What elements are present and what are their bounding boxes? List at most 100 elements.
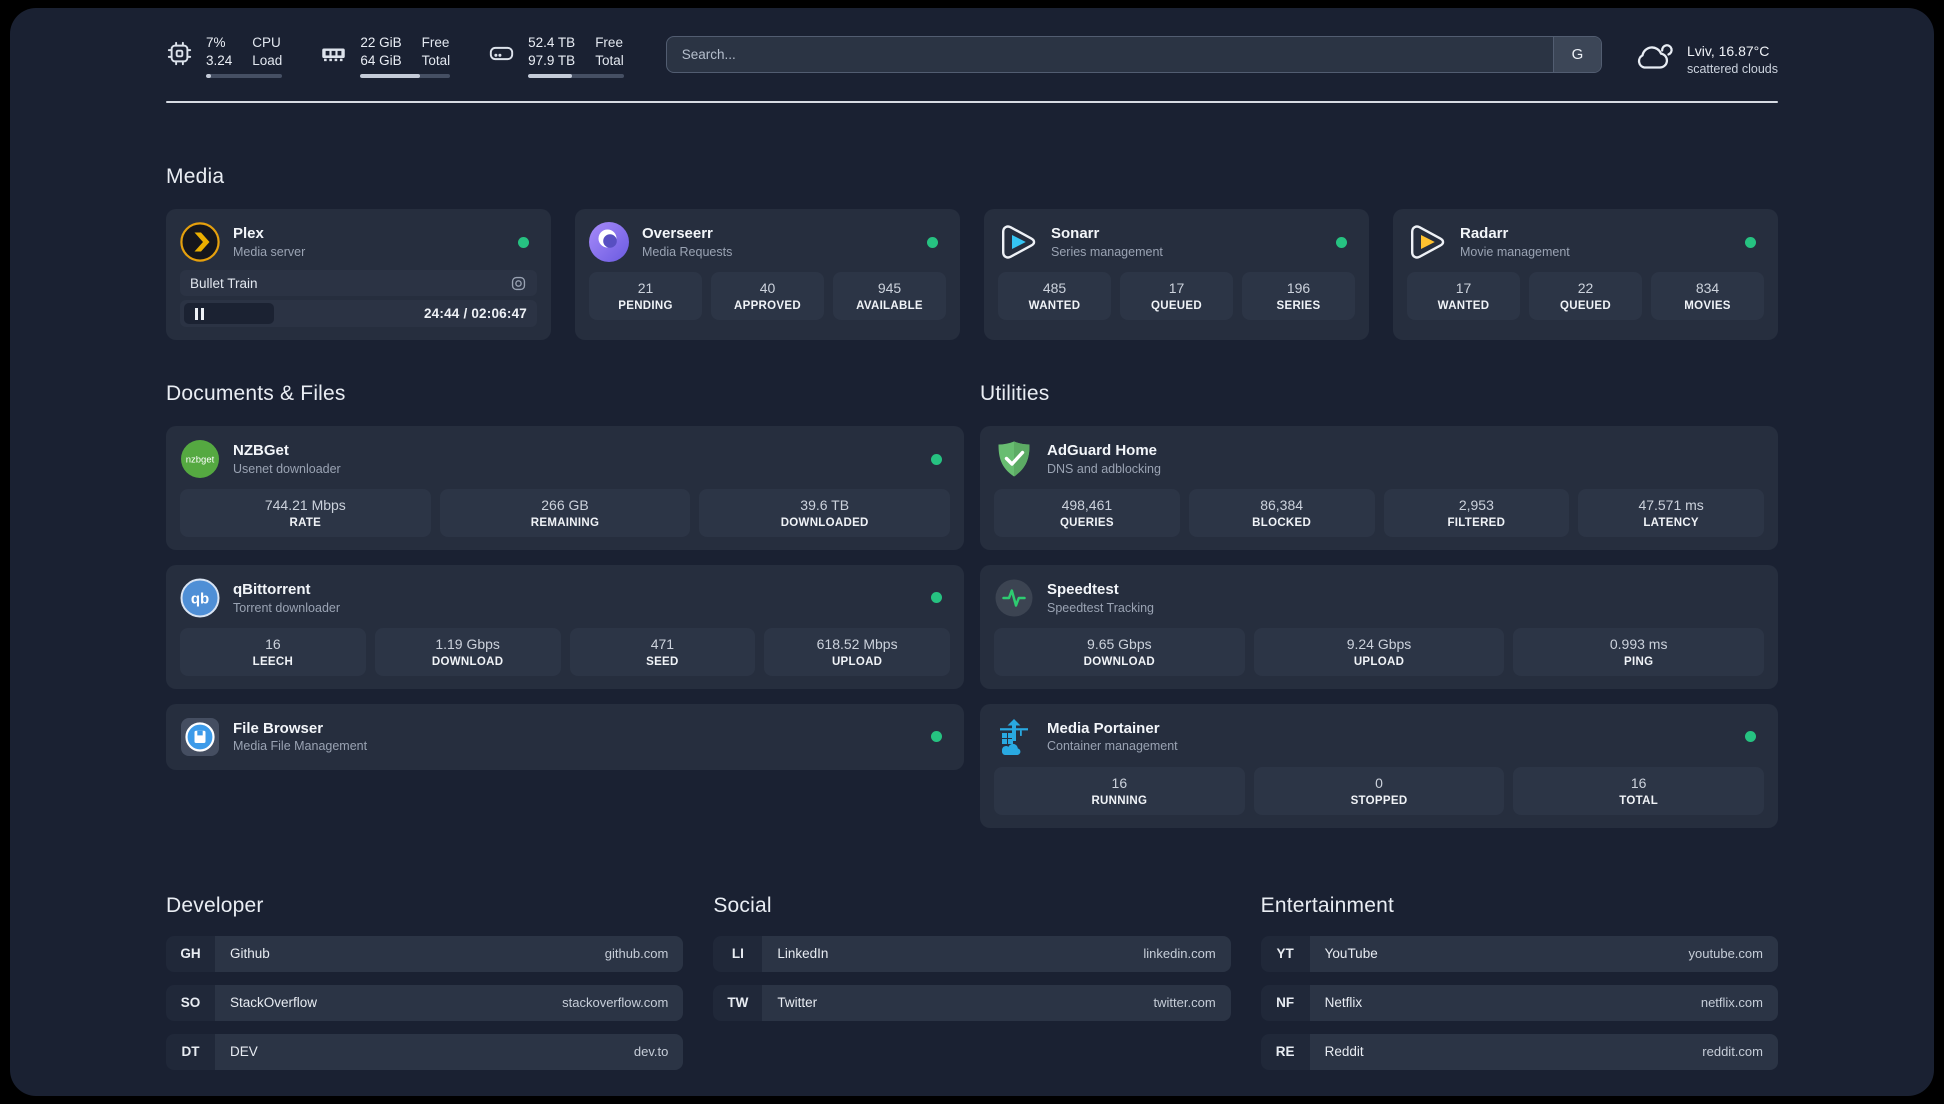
stat-upload: 618.52 Mbps UPLOAD <box>764 627 950 676</box>
stat-label: DOWNLOAD <box>1083 655 1156 668</box>
app-card-nzbget[interactable]: nzbget NZBGet Usenet downloader 744.21 M… <box>166 426 964 550</box>
search-engine-button[interactable]: G <box>1552 37 1601 72</box>
stat-download: 1.19 Gbps DOWNLOAD <box>374 627 561 676</box>
app-name: Overseerr <box>642 225 713 243</box>
bookmark-url: reddit.com <box>1702 1044 1763 1060</box>
bookmark-url: netflix.com <box>1700 995 1763 1011</box>
adguard-icon <box>998 441 1030 477</box>
app-name: AdGuard Home <box>1047 442 1158 460</box>
status-dot <box>931 453 942 465</box>
topbar: 7% 3.24 CPU Load 22 GiB 64 GiB Free Tota… <box>166 34 1778 84</box>
app-card-plex[interactable]: Plex Media server Bullet Train 24:44 / 0… <box>166 209 551 340</box>
memory-total-label: Total <box>421 52 451 68</box>
stat-upload: 9.24 Gbps UPLOAD <box>1253 627 1505 676</box>
stat-running: 16 RUNNING <box>994 766 1245 815</box>
stat-label: BLOCKED <box>1252 516 1312 529</box>
bookmark-url: github.com <box>604 946 669 962</box>
filebrowser-icon <box>181 717 219 756</box>
pause-icon[interactable] <box>195 307 204 320</box>
app-card-filebrowser[interactable]: File Browser Media File Management <box>166 703 964 770</box>
memory-progress-fill <box>360 74 420 79</box>
plex-now-playing: Bullet Train <box>180 270 537 296</box>
section-title-documents: Documents & Files <box>166 382 346 405</box>
status-dot <box>927 236 938 248</box>
bookmark-abbr: NF <box>1260 984 1310 1021</box>
nzbget-icon: nzbget <box>181 440 219 478</box>
stat-seed: 471 SEED <box>569 627 756 676</box>
search-bar: G <box>665 36 1602 73</box>
stat-label: LEECH <box>252 655 294 668</box>
bookmark-abbr: YT <box>1260 935 1310 972</box>
app-description: DNS and adblocking <box>1047 461 1161 476</box>
status-dot <box>518 236 529 248</box>
stat-total: 16 TOTAL <box>1513 766 1765 815</box>
plex-playback-bar[interactable]: 24:44 / 02:06:47 <box>180 300 537 327</box>
bookmark-linkedin[interactable]: LI LinkedIn linkedin.com <box>713 935 1231 972</box>
stat-rate: 744.21 Mbps RATE <box>180 489 431 537</box>
bookmark-github[interactable]: GH Github github.com <box>166 935 684 972</box>
qbittorrent-icon: qb <box>180 578 220 618</box>
bookmark-url: dev.to <box>633 1044 669 1060</box>
stat-value: 266 GB <box>541 497 589 513</box>
stat-label: UPLOAD <box>831 655 883 668</box>
app-card-radarr[interactable]: Radarr Movie management 17 WANTED 22 QUE… <box>1393 209 1778 340</box>
svg-text:nzbget: nzbget <box>186 455 215 466</box>
status-dot <box>1745 236 1756 248</box>
bookmark-abbr: SO <box>166 984 215 1021</box>
memory-free-label: Free <box>421 35 450 50</box>
bookmark-twitter[interactable]: TW Twitter twitter.com <box>713 984 1231 1021</box>
stat-value: 39.6 TB <box>800 497 850 513</box>
stat-value: 471 <box>650 635 675 652</box>
app-description: Torrent downloader <box>233 600 341 615</box>
stat-queued: 17 QUEUED <box>1120 272 1233 320</box>
stat-label: WANTED <box>1028 299 1081 312</box>
stat-value: 16 <box>1630 774 1647 791</box>
memory-free: 22 GiB <box>360 35 402 50</box>
bookmark-stackoverflow[interactable]: SO StackOverflow stackoverflow.com <box>166 984 684 1021</box>
stat-label: APPROVED <box>734 299 801 312</box>
bookmark-dev[interactable]: DT DEV dev.to <box>166 1033 684 1070</box>
cpu-progress-fill <box>206 74 212 79</box>
stat-approved: 40 APPROVED <box>711 272 824 320</box>
bookmark-name: LinkedIn <box>777 946 829 962</box>
weather-widget: Lviv, 16.87°C scattered clouds <box>1632 36 1778 83</box>
app-description: Container management <box>1047 739 1178 754</box>
app-description: Media server <box>233 244 306 259</box>
search-input[interactable] <box>666 37 1553 72</box>
app-card-sonarr[interactable]: Sonarr Series management 485 WANTED 17 Q… <box>984 209 1369 340</box>
section-title-utilities: Utilities <box>980 382 1050 405</box>
bookmark-name: DEV <box>230 1044 258 1060</box>
app-name: Media Portainer <box>1047 719 1160 737</box>
memory-total: 64 GiB <box>360 52 402 68</box>
stat-label: FILTERED <box>1447 516 1506 529</box>
disk-free: 52.4 TB <box>528 35 576 50</box>
cpu-label: CPU <box>252 35 281 50</box>
app-card-overseerr[interactable]: Overseerr Media Requests 21 PENDING 40 A… <box>575 209 960 340</box>
cloud-icon <box>1632 36 1674 83</box>
app-card-portainer[interactable]: Media Portainer Container management 16 … <box>980 703 1778 828</box>
app-description: Media File Management <box>233 739 368 754</box>
bookmark-youtube[interactable]: YT YouTube youtube.com <box>1260 935 1778 972</box>
stat-label: SERIES <box>1276 299 1321 312</box>
app-card-speedtest[interactable]: Speedtest Speedtest Tracking 9.65 Gbps D… <box>980 564 1778 689</box>
cpu-load-label: Load <box>252 52 283 68</box>
bookmark-abbr: GH <box>166 935 215 972</box>
bookmark-netflix[interactable]: NF Netflix netflix.com <box>1260 984 1778 1021</box>
stat-value: 485 <box>1042 280 1067 296</box>
stat-filtered: 2,953 FILTERED <box>1383 489 1570 537</box>
stat-value: 17 <box>1455 280 1472 296</box>
disk-total-label: Total <box>595 52 624 68</box>
app-name: File Browser <box>233 719 324 737</box>
stat-value: 618.52 Mbps <box>816 635 898 652</box>
app-card-qbittorrent[interactable]: qb qBittorrent Torrent downloader 16 LEE… <box>166 564 964 689</box>
stat-label: AVAILABLE <box>856 299 923 312</box>
stat-label: PENDING <box>618 299 673 312</box>
app-card-adguard[interactable]: AdGuard Home DNS and adblocking 498,461 … <box>980 426 1778 550</box>
stat-wanted: 485 WANTED <box>998 272 1111 320</box>
bookmark-name: Twitter <box>777 995 818 1011</box>
section-title-developer: Developer <box>166 893 264 917</box>
bookmark-reddit[interactable]: RE Reddit reddit.com <box>1260 1033 1778 1070</box>
stat-value: 47.571 ms <box>1638 497 1704 513</box>
portainer-icon <box>1000 718 1028 755</box>
stat-remaining: 266 GB REMAINING <box>439 489 691 537</box>
